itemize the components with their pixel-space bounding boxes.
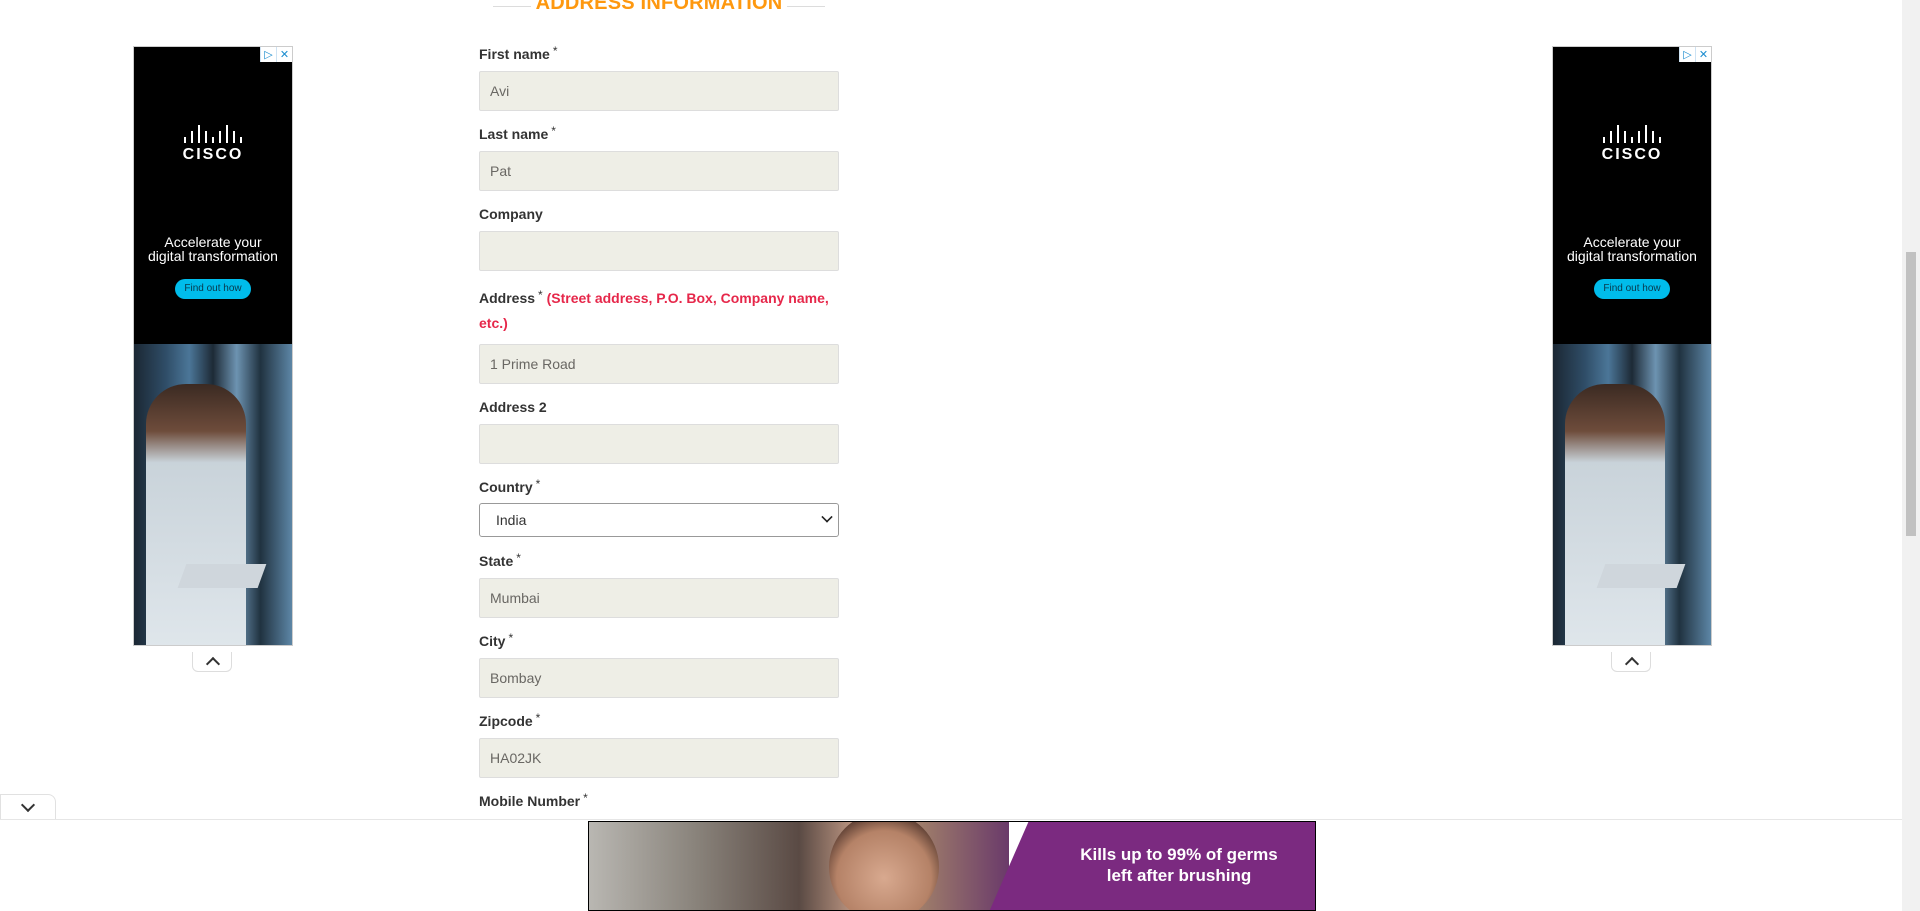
ad-copy: Kills up to 99% of germs left after brus… (1054, 844, 1304, 886)
ad-laptop-image (1596, 564, 1686, 588)
last-name-field: Last name * (479, 124, 839, 191)
ad-controls: ▷ ✕ (260, 47, 292, 62)
address2-field: Address 2 (479, 397, 839, 464)
ad-headline: Accelerate your digital transformation (1553, 235, 1711, 263)
ad-photo (1553, 344, 1711, 645)
section-title: ADDRESS INFORMATION (535, 0, 783, 14)
cisco-wordmark: CISCO (182, 146, 244, 163)
ad-person-image (1565, 384, 1665, 645)
first-name-input[interactable] (479, 71, 839, 111)
ad-headline-line1: Accelerate your (1583, 234, 1681, 250)
chevron-up-icon (1624, 656, 1640, 672)
country-field: Country * India (479, 477, 839, 537)
cisco-wordmark: CISCO (1601, 146, 1663, 163)
address-field: Address * (Street address, P.O. Box, Comp… (479, 286, 839, 384)
cisco-bars-icon (134, 125, 292, 143)
city-field: City * (479, 631, 839, 698)
ad-person-image (146, 384, 246, 645)
zipcode-field: Zipcode * (479, 711, 839, 778)
country-selected-value: India (496, 512, 527, 528)
country-label: Country * (479, 477, 541, 495)
first-name-label: First name * (479, 44, 558, 62)
ad-smiling-woman-image (829, 822, 939, 910)
page-scrollbar[interactable] (1902, 0, 1920, 911)
adchoices-icon[interactable]: ▷ (260, 47, 276, 62)
anchor-ad-divider (0, 819, 1902, 820)
chevron-up-icon (205, 656, 221, 672)
company-field: Company (479, 204, 839, 271)
ad-headline: Accelerate your digital transformation (134, 235, 292, 263)
section-heading: ADDRESS INFORMATION (493, 0, 825, 16)
right-side-ad[interactable]: ▷ ✕ CISCO Accelerate your digital transf… (1552, 46, 1712, 646)
right-ad-collapse-button[interactable] (1611, 652, 1651, 672)
chevron-down-icon (821, 511, 833, 523)
ad-copy-line2: left after brushing (1106, 866, 1252, 885)
address2-label: Address 2 (479, 399, 547, 415)
city-label: City * (479, 631, 514, 649)
ad-headline-line2: digital transformation (148, 248, 278, 264)
ad-photo (589, 822, 1009, 910)
bottom-banner-ad[interactable]: Kills up to 99% of germs left after brus… (588, 821, 1316, 911)
zipcode-label: Zipcode * (479, 711, 541, 729)
last-name-input[interactable] (479, 151, 839, 191)
state-label: State * (479, 551, 521, 569)
state-input[interactable] (479, 578, 839, 618)
first-name-field: First name * (479, 44, 839, 111)
cisco-logo: CISCO (134, 125, 292, 164)
cisco-logo: CISCO (1553, 125, 1711, 164)
ad-copy-line1: Kills up to 99% of germs (1080, 845, 1278, 864)
anchor-ad-toggle-button[interactable] (0, 794, 56, 819)
company-label: Company (479, 206, 543, 222)
address-input[interactable] (479, 344, 839, 384)
ad-headline-line2: digital transformation (1567, 248, 1697, 264)
close-icon[interactable]: ✕ (1695, 47, 1711, 62)
ad-controls: ▷ ✕ (1679, 47, 1711, 62)
address2-input[interactable] (479, 424, 839, 464)
ad-cta-button[interactable]: Find out how (175, 279, 251, 299)
mobile-number-label: Mobile Number * (479, 791, 588, 809)
ad-photo (134, 344, 292, 645)
ad-cta-button[interactable]: Find out how (1594, 279, 1670, 299)
ad-headline-line1: Accelerate your (164, 234, 262, 250)
mobile-number-field: Mobile Number * (479, 791, 839, 811)
address-label: Address * (Street address, P.O. Box, Comp… (479, 288, 829, 331)
state-field: State * (479, 551, 839, 618)
close-icon[interactable]: ✕ (276, 47, 292, 62)
country-select[interactable]: India (479, 503, 839, 537)
left-side-ad[interactable]: ▷ ✕ CISCO Accelerate your digital transf… (133, 46, 293, 646)
chevron-down-icon (20, 797, 36, 813)
ad-laptop-image (177, 564, 267, 588)
city-input[interactable] (479, 658, 839, 698)
last-name-label: Last name * (479, 124, 556, 142)
company-input[interactable] (479, 231, 839, 271)
cisco-bars-icon (1553, 125, 1711, 143)
scrollbar-thumb[interactable] (1906, 252, 1916, 536)
zipcode-input[interactable] (479, 738, 839, 778)
adchoices-icon[interactable]: ▷ (1679, 47, 1695, 62)
left-ad-collapse-button[interactable] (192, 652, 232, 672)
